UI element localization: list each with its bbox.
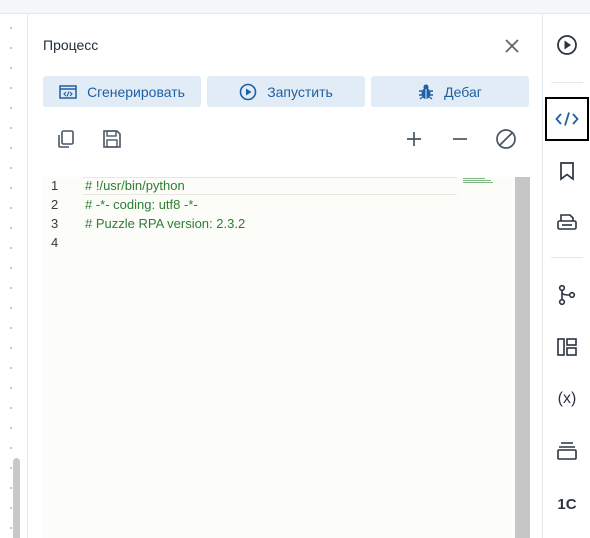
debug-button[interactable]: Дебаг: [371, 76, 529, 107]
code-window-icon: [59, 84, 77, 99]
editor-scrollbar[interactable]: [515, 177, 530, 538]
line-gutter: 1 2 3 4: [43, 177, 83, 538]
bookmark-icon: [560, 162, 574, 181]
line-number: 1: [51, 178, 59, 193]
variable-icon: (x): [557, 390, 577, 407]
zoom-in-icon: [407, 132, 421, 146]
sidebar-code-button[interactable]: [545, 97, 589, 141]
generate-label: Сгенерировать: [87, 83, 185, 100]
close-button[interactable]: [500, 34, 524, 58]
play-circle-icon: [557, 35, 577, 55]
sidebar-divider: [551, 257, 583, 258]
process-panel: Процесс Сгенерировать Запустить Дебаг 1 …: [27, 14, 542, 538]
line-number: 4: [51, 235, 59, 250]
printer-icon: [557, 214, 577, 230]
save-button[interactable]: [99, 126, 125, 152]
panel-title: Процесс: [43, 37, 99, 53]
zoom-out-icon: [453, 138, 467, 140]
sidebar-variables-button[interactable]: (x): [545, 377, 589, 421]
workflow-canvas[interactable]: [0, 14, 27, 538]
bug-icon: [419, 84, 434, 100]
right-sidebar: (x) 1С: [542, 14, 590, 538]
sidebar-layers-button[interactable]: [545, 429, 589, 473]
zoom-out-button[interactable]: [447, 126, 473, 152]
minimap[interactable]: [463, 178, 493, 186]
copy-button[interactable]: [53, 126, 79, 152]
top-bar: [0, 0, 590, 14]
save-icon: [103, 130, 121, 148]
play-circle-icon: [239, 83, 257, 100]
run-button[interactable]: Запустить: [207, 76, 365, 107]
sidebar-layout-button[interactable]: [545, 325, 589, 369]
1c-icon: 1С: [557, 495, 577, 513]
zoom-in-button[interactable]: [401, 126, 427, 152]
sidebar-branch-button[interactable]: [545, 273, 589, 317]
close-icon: [505, 39, 519, 53]
line-number: 3: [51, 216, 59, 231]
sidebar-divider: [551, 82, 583, 83]
sidebar-print-button[interactable]: [545, 201, 589, 245]
generate-button[interactable]: Сгенерировать: [43, 76, 201, 107]
canvas-scrollbar[interactable]: [13, 458, 20, 538]
run-label: Запустить: [267, 83, 333, 100]
line-number: 2: [51, 197, 59, 212]
copy-icon: [58, 130, 74, 148]
layers-icon: [557, 442, 577, 460]
code-line[interactable]: # !/usr/bin/python: [85, 178, 185, 193]
code-line[interactable]: # -*- coding: utf8 -*-: [85, 197, 198, 212]
branch-icon: [558, 284, 576, 306]
code-line[interactable]: # Puzzle RPA version: 2.3.2: [85, 216, 245, 231]
block-icon: [496, 129, 516, 149]
sidebar-run-button[interactable]: [545, 23, 589, 67]
sidebar-bookmark-button[interactable]: [545, 149, 589, 193]
clear-button[interactable]: [493, 126, 519, 152]
sidebar-1c-button[interactable]: 1С: [545, 482, 589, 526]
debug-label: Дебаг: [444, 83, 482, 100]
code-icon: [555, 112, 579, 126]
layout-icon: [557, 338, 577, 356]
code-editor[interactable]: 1 2 3 4 # !/usr/bin/python # -*- coding:…: [43, 177, 530, 538]
